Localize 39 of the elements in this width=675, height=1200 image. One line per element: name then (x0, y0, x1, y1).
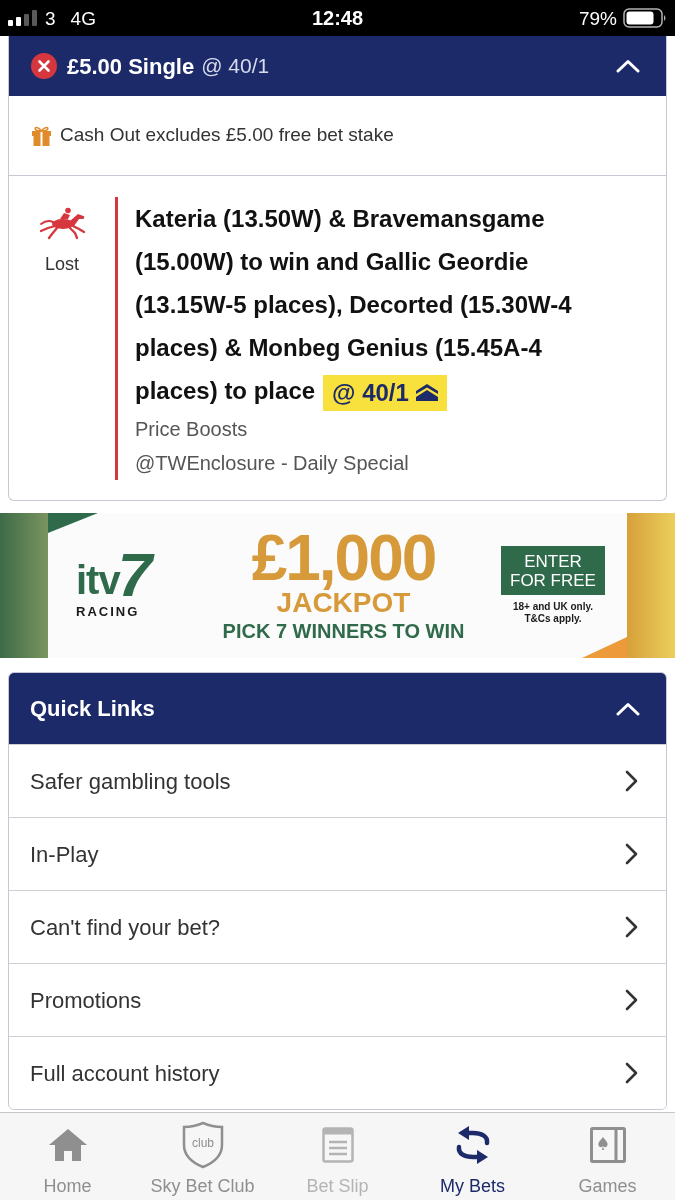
cash-out-notice: Cash Out excludes £5.00 free bet stake (60, 123, 394, 148)
bet-header[interactable]: £5.00 Single @ 40/1 (9, 36, 666, 96)
bet-title: £5.00 Single (67, 52, 195, 81)
chevron-right-icon (625, 989, 638, 1011)
gift-icon (31, 125, 52, 146)
chevron-right-icon (625, 843, 638, 865)
home-icon (47, 1128, 88, 1162)
bet-selection: Kateria (13.50W) & Bravemansgame (15.00W) to win and Gallic Geordie (13.15W-5 places), Decorted (15.30W-4 places) & Monbeg Genius (15.45A-4 places) to place @ 40/1 (135, 197, 628, 412)
network-type: 4G (70, 8, 96, 28)
signal-icon (8, 10, 38, 26)
battery-icon (623, 8, 667, 28)
clock-time: 12:48 (311, 8, 364, 28)
banner-corner-triangle (48, 513, 98, 533)
enter-button[interactable]: ENTER FOR FREE (501, 546, 605, 595)
bet-odds: @ 40/1 (201, 53, 270, 80)
tab-bar-item[interactable]: My Bets (405, 1113, 540, 1200)
jackpot-tagline: PICK 7 WINNERS TO WIN (222, 618, 465, 644)
chevron-right-icon (625, 770, 638, 792)
quick-links-title: Quick Links (30, 695, 155, 723)
bet-status: Lost (45, 253, 79, 275)
chevron-right-icon (625, 1062, 638, 1084)
quick-links-header[interactable]: Quick Links (9, 673, 666, 744)
banner-corner-triangle (582, 637, 627, 658)
quick-link-row[interactable]: Full account history (9, 1036, 666, 1109)
chevron-up-icon[interactable] (616, 59, 640, 73)
carrier-name: 3 (45, 8, 56, 28)
event-name: @TWEnclosure - Daily Special (135, 451, 410, 476)
logo-caption: RACING (76, 602, 140, 621)
chevron-up-icon[interactable] (616, 701, 640, 716)
chevron-right-icon (625, 916, 638, 938)
price-odds: @ 40/1 (332, 380, 409, 405)
battery-percent: 79% (578, 8, 617, 28)
jackpot-amount: £1,000 (251, 527, 436, 588)
document-icon (321, 1127, 354, 1163)
horse-and-rider-icon (38, 207, 86, 241)
terms-text: 18+ and UK only. T&Cs apply. (511, 601, 595, 625)
market-name: Price Boosts (135, 417, 249, 442)
card-icon (589, 1127, 626, 1163)
shield-label: club (191, 1136, 214, 1150)
